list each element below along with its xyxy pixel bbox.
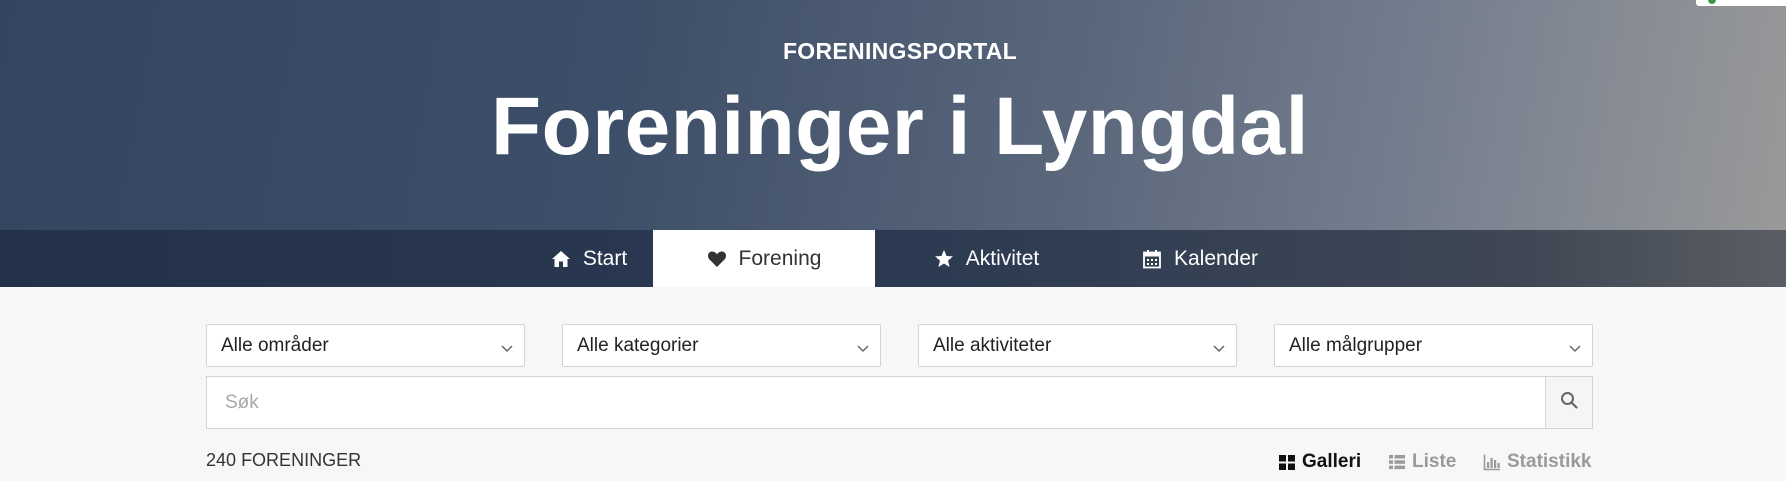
view-galleri-label: Galleri xyxy=(1302,451,1362,472)
tab-forening[interactable]: Forening xyxy=(653,230,875,287)
hero-banner: FORENINGSPORTAL Foreninger i Lyngdal xyxy=(0,0,1786,230)
activity-select-value: Alle aktiviteter xyxy=(933,334,1052,356)
view-statistikk-button[interactable]: Statistikk xyxy=(1483,450,1591,474)
result-count: 240 FORENINGER xyxy=(206,450,361,471)
view-liste-button[interactable]: Liste xyxy=(1388,450,1456,474)
tab-forening-label: Forening xyxy=(738,246,822,270)
search-button[interactable] xyxy=(1545,377,1592,428)
search-icon xyxy=(1560,391,1578,414)
tab-kalender-label: Kalender xyxy=(1173,246,1259,270)
home-icon xyxy=(551,249,571,269)
chevron-down-icon xyxy=(500,339,514,353)
view-galleri-button[interactable]: Galleri xyxy=(1278,450,1361,474)
star-icon xyxy=(934,249,954,269)
page-title: Foreninger i Lyngdal xyxy=(491,81,1309,172)
portal-kicker: FORENINGSPORTAL xyxy=(782,38,1018,64)
result-count-number: 240 xyxy=(206,450,237,470)
tab-aktivitet-label: Aktivitet xyxy=(965,246,1040,270)
search-input[interactable] xyxy=(207,377,1545,428)
corner-badge[interactable] xyxy=(1696,0,1786,6)
tab-kalender[interactable]: Kalender xyxy=(1117,230,1283,287)
area-select-value: Alle områder xyxy=(221,334,329,356)
chevron-down-icon xyxy=(856,339,870,353)
calendar-icon xyxy=(1142,249,1162,269)
view-statistikk-label: Statistikk xyxy=(1507,451,1592,472)
heart-icon xyxy=(707,249,727,269)
list-icon xyxy=(1388,453,1406,471)
search-bar xyxy=(206,376,1593,429)
audience-select[interactable]: Alle målgrupper xyxy=(1274,324,1593,367)
category-select[interactable]: Alle kategorier xyxy=(562,324,881,367)
main-nav: Start Forening Aktivitet Kalender xyxy=(0,230,1786,287)
grid-icon xyxy=(1278,453,1296,471)
chevron-down-icon xyxy=(1568,339,1582,353)
result-count-label: FORENINGER xyxy=(241,450,362,470)
chevron-down-icon xyxy=(1212,339,1226,353)
tab-start-label: Start xyxy=(582,246,628,270)
tab-aktivitet[interactable]: Aktivitet xyxy=(904,230,1069,287)
area-select[interactable]: Alle områder xyxy=(206,324,525,367)
tab-start[interactable]: Start xyxy=(520,230,658,287)
category-select-value: Alle kategorier xyxy=(577,334,699,356)
audience-select-value: Alle målgrupper xyxy=(1289,334,1423,356)
activity-select[interactable]: Alle aktiviteter xyxy=(918,324,1237,367)
view-liste-label: Liste xyxy=(1412,451,1457,472)
bar-chart-icon xyxy=(1483,453,1501,471)
